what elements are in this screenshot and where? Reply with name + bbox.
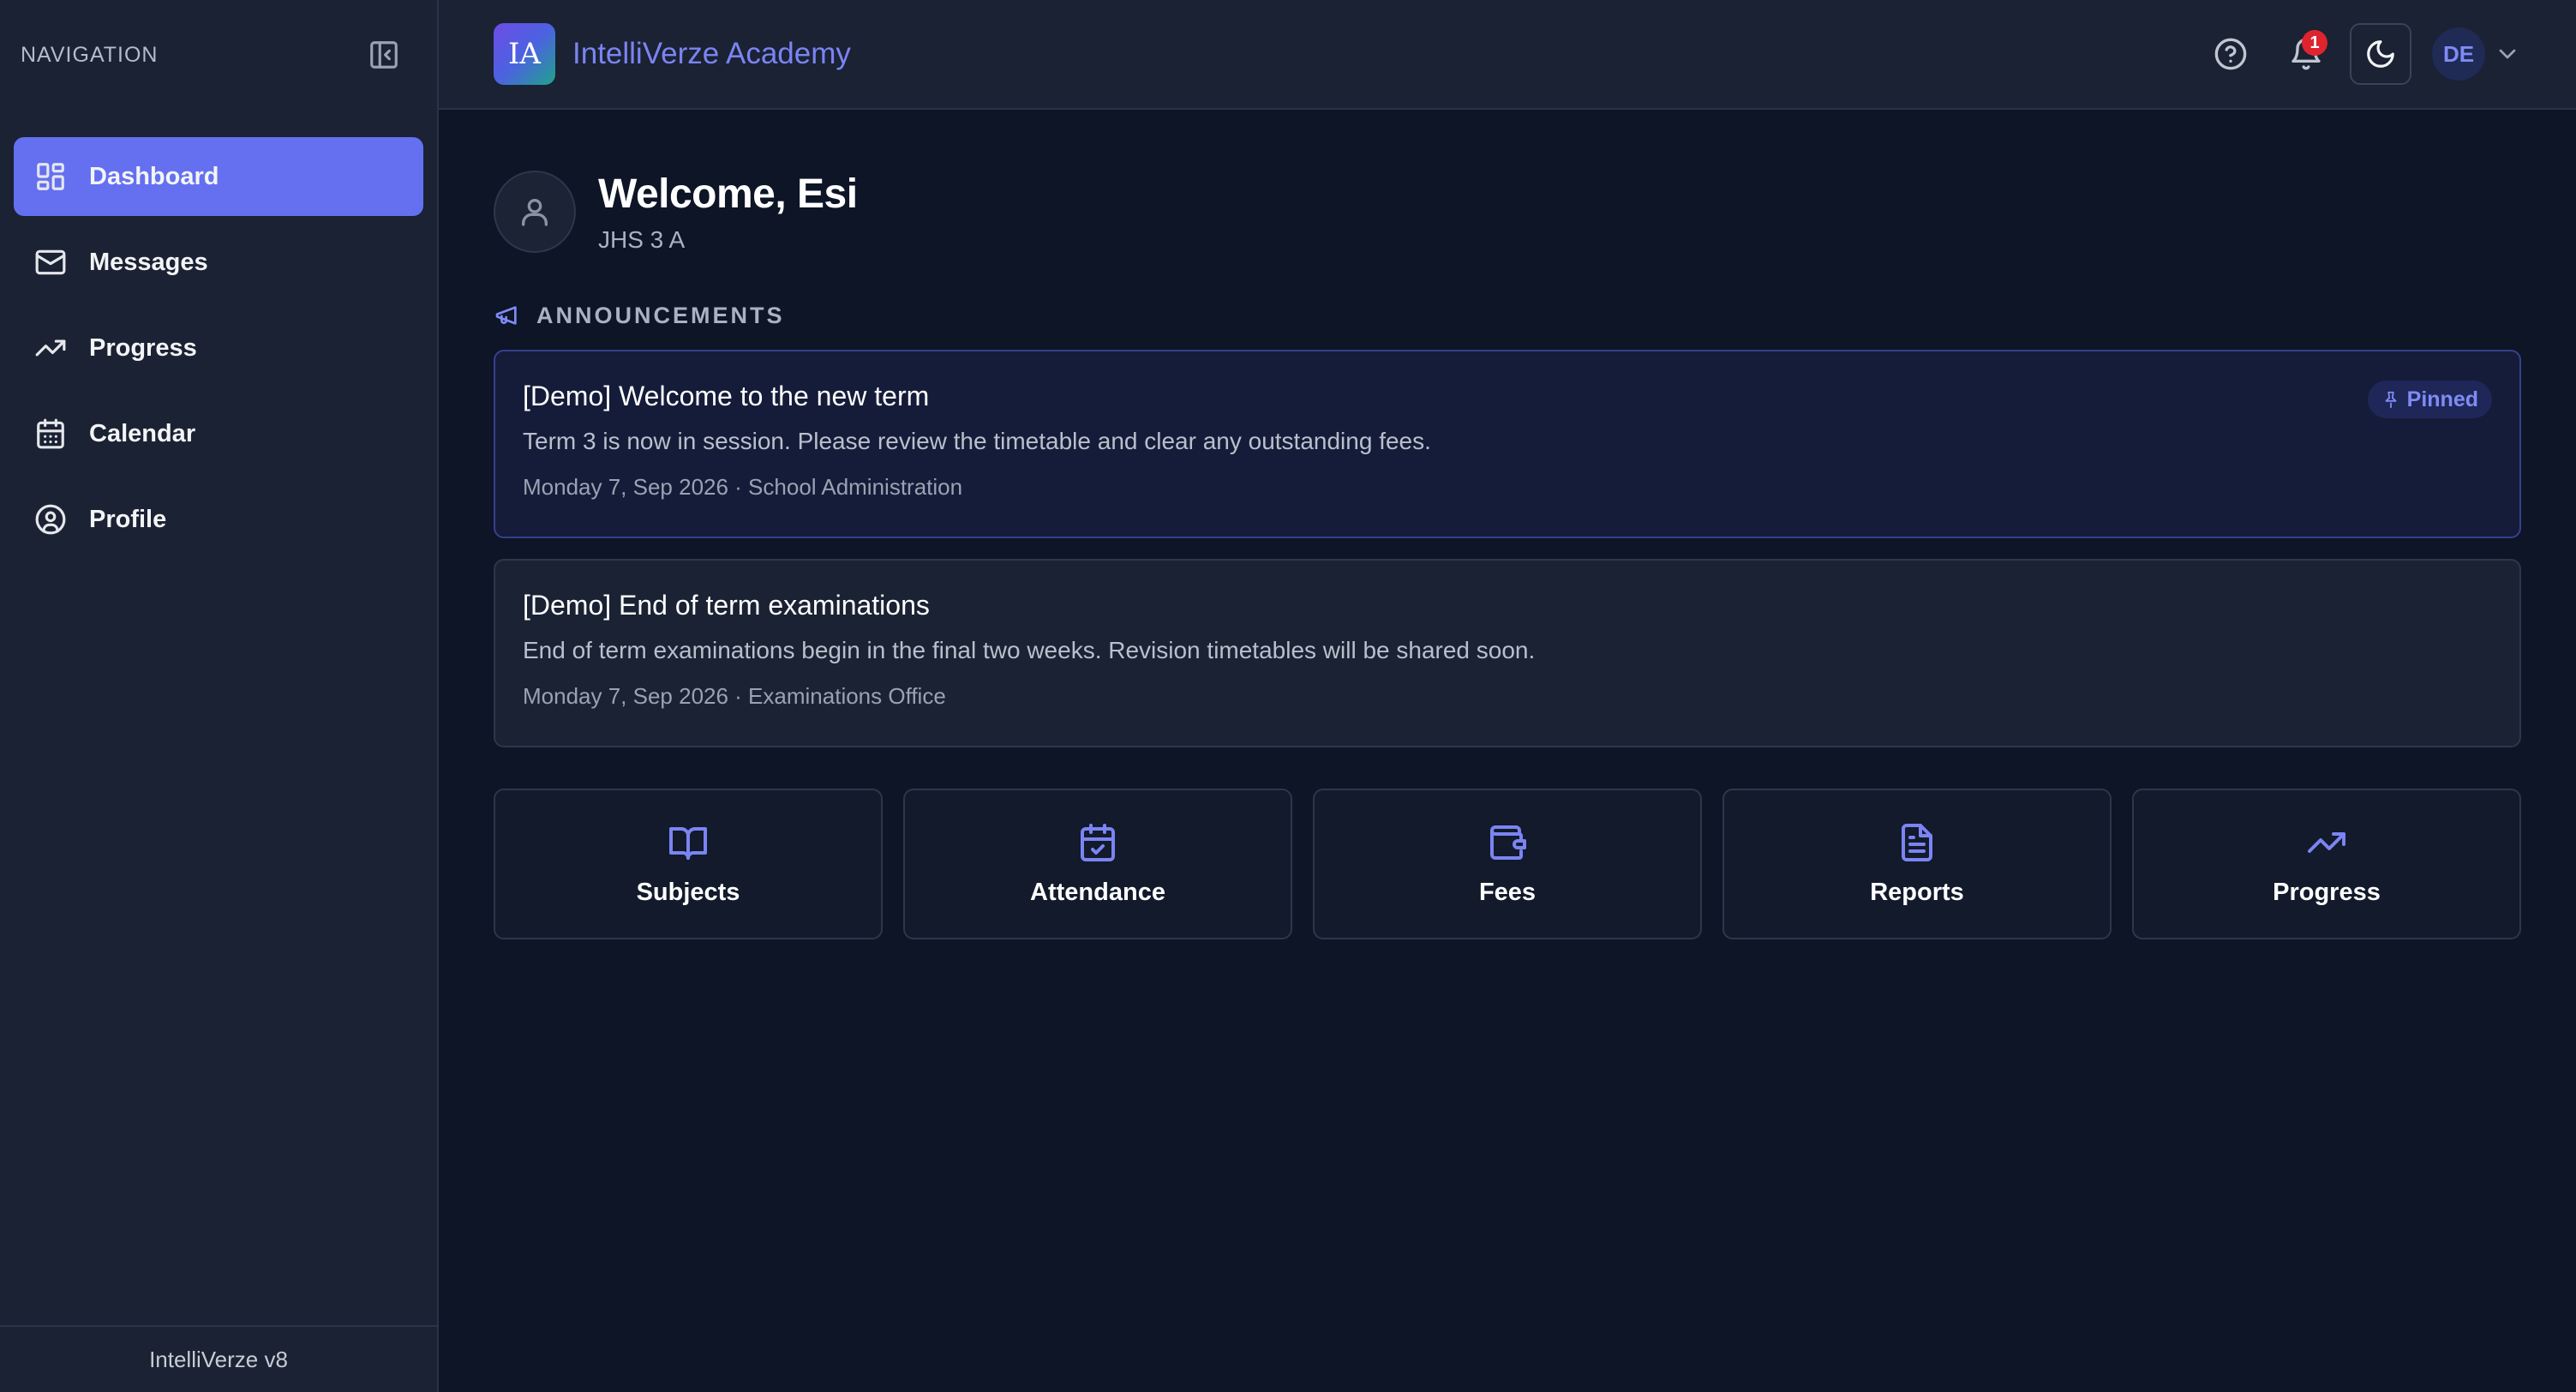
user-circle-icon bbox=[34, 503, 67, 536]
dashboard-icon bbox=[34, 160, 67, 193]
announcement-title: [Demo] End of term examinations bbox=[523, 590, 930, 621]
welcome-header: Welcome, Esi JHS 3 A bbox=[494, 165, 2521, 259]
notification-badge: 1 bbox=[2302, 30, 2327, 56]
announcements-header: ANNOUNCEMENTS bbox=[494, 302, 2521, 329]
collapse-sidebar-icon[interactable] bbox=[365, 36, 403, 74]
quick-link-label: Attendance bbox=[1030, 878, 1165, 906]
wallet-icon bbox=[1487, 822, 1528, 863]
quick-link-fees[interactable]: Fees bbox=[1313, 789, 1702, 939]
sidebar-item-progress[interactable]: Progress bbox=[14, 309, 423, 387]
sidebar-item-messages[interactable]: Messages bbox=[14, 223, 423, 302]
trending-up-icon bbox=[2306, 822, 2347, 863]
quick-link-label: Subjects bbox=[636, 878, 740, 906]
quick-link-progress[interactable]: Progress bbox=[2132, 789, 2521, 939]
calendar-icon bbox=[34, 417, 67, 450]
sidebar-item-label: Dashboard bbox=[89, 162, 219, 190]
quick-link-label: Progress bbox=[2273, 878, 2381, 906]
announcement-meta: Monday 7, Sep 2026 · Examinations Office bbox=[523, 683, 946, 709]
quick-link-reports[interactable]: Reports bbox=[1722, 789, 2112, 939]
sidebar-footer: IntelliVerze v8 bbox=[0, 1325, 437, 1392]
trending-up-icon bbox=[34, 332, 67, 364]
sidebar-header: NAVIGATION bbox=[0, 0, 437, 110]
megaphone-icon bbox=[494, 302, 521, 329]
page-title: Welcome, Esi bbox=[598, 171, 858, 217]
quick-link-label: Reports bbox=[1870, 878, 1964, 906]
class-label: JHS 3 A bbox=[598, 225, 686, 253]
sidebar-item-label: Calendar bbox=[89, 419, 196, 447]
app-name[interactable]: IntelliVerze Academy bbox=[572, 37, 851, 71]
book-open-icon bbox=[668, 822, 709, 863]
sidebar-item-label: Messages bbox=[89, 248, 208, 276]
sidebar-item-label: Progress bbox=[89, 333, 197, 362]
sidebar-nav: Dashboard Messages Progress Calendar Pro… bbox=[0, 110, 437, 559]
top-actions: 1 DE bbox=[2201, 23, 2521, 85]
quick-link-subjects[interactable]: Subjects bbox=[494, 789, 883, 939]
quick-link-label: Fees bbox=[1478, 878, 1537, 906]
user-menu[interactable]: DE bbox=[2432, 27, 2521, 81]
announcement-body: Term 3 is now in session. Please review … bbox=[523, 428, 1431, 454]
user-icon bbox=[494, 171, 576, 253]
calendar-check-icon bbox=[1077, 822, 1118, 863]
announcement-meta: Monday 7, Sep 2026 · School Administrati… bbox=[523, 474, 963, 500]
chevron-down-icon[interactable] bbox=[2494, 40, 2521, 68]
announcement-card[interactable]: [Demo] End of term examinations End of t… bbox=[494, 559, 2521, 747]
theme-toggle-button[interactable] bbox=[2350, 23, 2411, 85]
moon-icon bbox=[2364, 38, 2397, 70]
app-logo[interactable]: IA bbox=[494, 23, 555, 85]
announcements-title: ANNOUNCEMENTS bbox=[536, 302, 785, 328]
sidebar-item-calendar[interactable]: Calendar bbox=[14, 394, 423, 473]
top-bar: IA IntelliVerze Academy 1 DE bbox=[439, 0, 2576, 110]
quick-links: Subjects Attendance Fees Reports Progres… bbox=[494, 789, 2521, 939]
sidebar: NAVIGATION Dashboard Messages Progress C… bbox=[0, 0, 439, 1392]
sidebar-item-profile[interactable]: Profile bbox=[14, 480, 423, 559]
quick-link-attendance[interactable]: Attendance bbox=[903, 789, 1292, 939]
announcement-title: [Demo] Welcome to the new term bbox=[523, 381, 930, 411]
pin-icon bbox=[2381, 390, 2400, 409]
file-text-icon bbox=[1896, 822, 1938, 863]
welcome-text: Welcome, Esi JHS 3 A bbox=[598, 171, 858, 254]
help-icon[interactable] bbox=[2201, 24, 2261, 84]
notifications-button[interactable]: 1 bbox=[2276, 24, 2336, 84]
sidebar-item-label: Profile bbox=[89, 505, 167, 533]
pinned-label: Pinned bbox=[2406, 387, 2478, 411]
mail-icon bbox=[34, 246, 67, 279]
main-content: Welcome, Esi JHS 3 A ANNOUNCEMENTS [Demo… bbox=[494, 165, 2521, 939]
sidebar-item-dashboard[interactable]: Dashboard bbox=[14, 137, 423, 216]
avatar[interactable]: DE bbox=[2432, 27, 2485, 81]
pinned-badge: Pinned bbox=[2367, 381, 2492, 418]
announcement-card[interactable]: [Demo] Welcome to the new term Term 3 is… bbox=[494, 350, 2521, 538]
sidebar-title: NAVIGATION bbox=[21, 42, 159, 67]
announcement-body: End of term examinations begin in the fi… bbox=[523, 637, 1536, 663]
